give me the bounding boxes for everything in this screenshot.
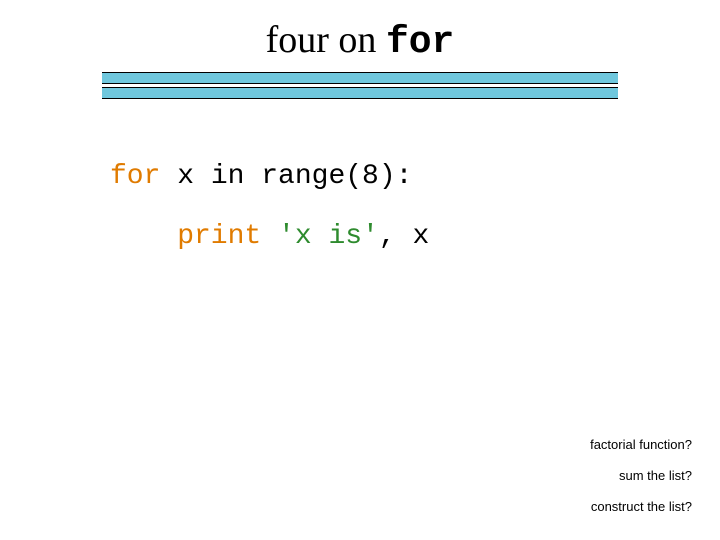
rule-top <box>102 72 618 84</box>
slide-title: four on for <box>0 18 720 64</box>
title-text-code: for <box>386 21 454 64</box>
keyword-print: print <box>177 221 261 252</box>
title-text-plain: four on <box>266 19 386 61</box>
code-line-1: for x in range(8): <box>110 160 412 194</box>
note-sum: sum the list? <box>590 468 692 483</box>
rule-bottom <box>102 87 618 99</box>
code-line-2: print 'x is', x <box>110 220 429 254</box>
keyword-for: for <box>110 161 160 192</box>
note-construct: construct the list? <box>590 499 692 514</box>
space <box>261 221 278 252</box>
title-underline <box>102 72 618 99</box>
code-tail-2: , x <box>379 221 429 252</box>
string-literal: 'x is' <box>278 221 379 252</box>
code-rest-1: x in range(8): <box>160 161 412 192</box>
footer-notes: factorial function? sum the list? constr… <box>590 421 692 514</box>
note-factorial: factorial function? <box>590 437 692 452</box>
